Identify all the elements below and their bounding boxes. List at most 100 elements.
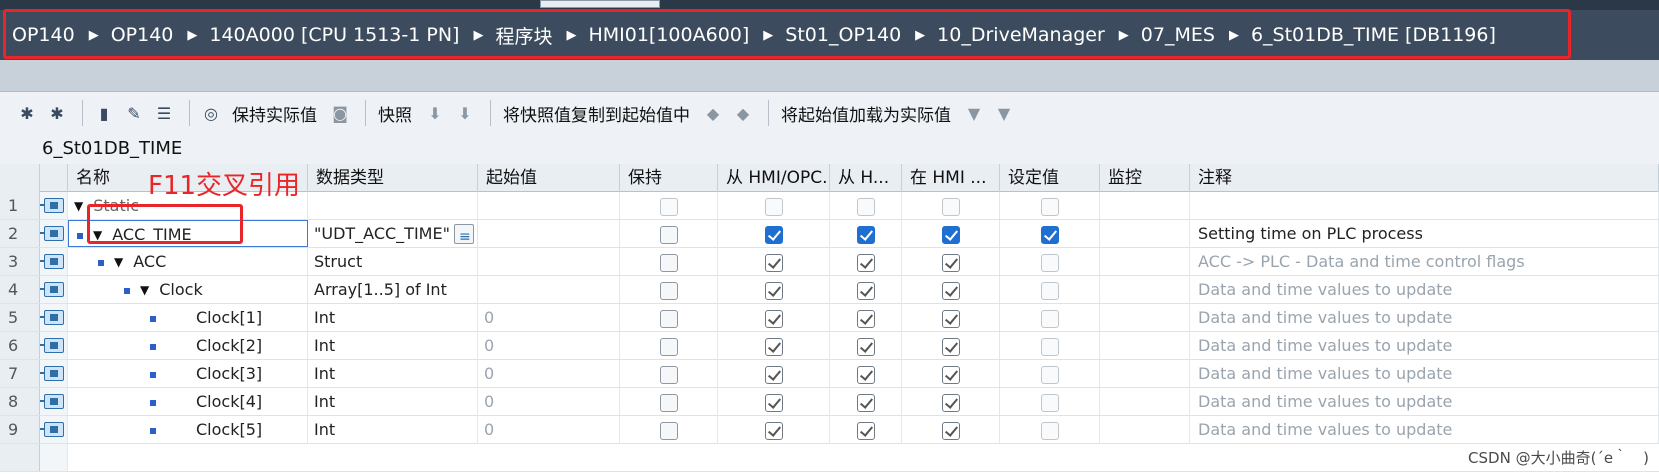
- retain-checkbox[interactable]: [659, 281, 678, 300]
- load-actual-icon[interactable]: ▼: [961, 100, 987, 126]
- column-header-start-value[interactable]: 起始值: [478, 164, 620, 192]
- comment-cell[interactable]: [1190, 192, 1659, 219]
- name-cell[interactable]: Clock[5]: [68, 416, 308, 443]
- hmi-visible-checkbox[interactable]: [941, 253, 960, 272]
- start-value-cell[interactable]: 0: [478, 360, 620, 387]
- expand-triangle-icon[interactable]: ▼: [114, 249, 123, 275]
- setpoint-checkbox[interactable]: [1040, 309, 1059, 328]
- hmi-visible-checkbox[interactable]: [941, 365, 960, 384]
- hmi-visible-checkbox[interactable]: [941, 281, 960, 300]
- setpoint-checkbox[interactable]: [1040, 365, 1059, 384]
- column-header-retain[interactable]: 保持: [620, 164, 718, 192]
- comment-cell[interactable]: Data and time values to update: [1190, 276, 1659, 303]
- database-icon[interactable]: ◙: [327, 100, 353, 126]
- breadcrumb-item[interactable]: HMI01[100A600]: [588, 24, 749, 46]
- load-actual-all-icon[interactable]: ▼: [991, 100, 1017, 126]
- datatype-cell[interactable]: Int: [308, 360, 478, 387]
- breadcrumb-item[interactable]: 07_MES: [1141, 24, 1215, 46]
- breadcrumb-item-current[interactable]: 6_St01DB_TIME [DB1196]: [1251, 24, 1496, 46]
- hmi-writable-checkbox[interactable]: [856, 393, 875, 412]
- setpoint-checkbox[interactable]: [1040, 197, 1059, 216]
- retain-checkbox[interactable]: [659, 309, 678, 328]
- hmi-writable-checkbox[interactable]: [856, 365, 875, 384]
- breadcrumb-item[interactable]: 140A000 [CPU 1513-1 PN]: [209, 24, 459, 46]
- name-cell[interactable]: Clock[2]: [68, 332, 308, 359]
- setpoint-checkbox[interactable]: [1040, 225, 1059, 244]
- name-cell[interactable]: ▼ ACC_TIME: [68, 220, 308, 247]
- hmi-visible-checkbox[interactable]: [941, 309, 960, 328]
- datatype-cell[interactable]: Int: [308, 304, 478, 331]
- snapshot-icon[interactable]: ⬇: [422, 100, 448, 126]
- hmi-accessible-checkbox[interactable]: [764, 197, 783, 216]
- breadcrumb-item[interactable]: OP140: [12, 24, 75, 46]
- setpoint-checkbox[interactable]: [1040, 281, 1059, 300]
- comment-cell[interactable]: Data and time values to update: [1190, 332, 1659, 359]
- hmi-visible-checkbox[interactable]: [941, 393, 960, 412]
- column-header-visible-hmi[interactable]: 在 HMI ...: [902, 164, 1000, 192]
- start-value-cell[interactable]: [478, 192, 620, 219]
- hmi-writable-checkbox[interactable]: [856, 281, 875, 300]
- expand-triangle-icon[interactable]: ▼: [140, 277, 149, 303]
- hmi-accessible-checkbox[interactable]: [764, 365, 783, 384]
- column-header-accessible-hmi[interactable]: 从 HMI/OPC...: [718, 164, 830, 192]
- retain-checkbox[interactable]: [659, 365, 678, 384]
- expand-triangle-icon[interactable]: ▼: [74, 193, 83, 219]
- add-row-icon[interactable]: ✱: [44, 100, 70, 126]
- search-box-edge[interactable]: [540, 0, 660, 8]
- retain-checkbox[interactable]: [659, 197, 678, 216]
- snapshot-button[interactable]: 快照: [378, 101, 412, 126]
- comment-cell[interactable]: Setting time on PLC process: [1190, 220, 1659, 247]
- name-cell[interactable]: Clock[1]: [68, 304, 308, 331]
- hmi-visible-checkbox[interactable]: [941, 197, 960, 216]
- table-row[interactable]: 8 Clock[4] Int 0 Data and time values to…: [0, 388, 1659, 416]
- browse-type-icon[interactable]: [454, 224, 474, 247]
- retain-checkbox[interactable]: [659, 421, 678, 440]
- expand-triangle-icon[interactable]: ▼: [93, 222, 102, 246]
- start-value-cell[interactable]: [478, 220, 620, 247]
- name-cell[interactable]: ▼ Clock: [68, 276, 308, 303]
- start-value-cell[interactable]: [478, 276, 620, 303]
- hmi-accessible-checkbox[interactable]: [764, 337, 783, 356]
- table-row[interactable]: 3 ▼ ACC Struct ACC -> PLC - Data and time…: [0, 248, 1659, 276]
- keep-actual-button[interactable]: 保持实际值: [232, 101, 317, 126]
- datatype-cell[interactable]: "UDT_ACC_TIME": [308, 220, 478, 247]
- hmi-visible-checkbox[interactable]: [941, 337, 960, 356]
- start-value-cell[interactable]: [478, 248, 620, 275]
- hmi-writable-checkbox[interactable]: [856, 225, 875, 244]
- copy-snapshot-button[interactable]: 将快照值复制到起始值中: [503, 101, 690, 126]
- hmi-visible-checkbox[interactable]: [941, 225, 960, 244]
- hmi-accessible-checkbox[interactable]: [764, 253, 783, 272]
- comment-cell[interactable]: Data and time values to update: [1190, 360, 1659, 387]
- table-row[interactable]: 5 Clock[1] Int 0 Data and time values to…: [0, 304, 1659, 332]
- hmi-writable-checkbox[interactable]: [856, 337, 875, 356]
- retain-checkbox[interactable]: [659, 253, 678, 272]
- hmi-accessible-checkbox[interactable]: [764, 225, 783, 244]
- column-header-writable-hmi[interactable]: 从 H...: [830, 164, 902, 192]
- name-cell[interactable]: Clock[3]: [68, 360, 308, 387]
- hmi-accessible-checkbox[interactable]: [764, 393, 783, 412]
- edit-icon[interactable]: ✎: [121, 100, 147, 126]
- copy-to-start-all-icon[interactable]: ◆: [730, 100, 756, 126]
- table-row[interactable]: 4 ▼ Clock Array[1..5] of Int Data and tim…: [0, 276, 1659, 304]
- retain-checkbox[interactable]: [659, 225, 678, 244]
- retain-checkbox[interactable]: [659, 337, 678, 356]
- comment-cell[interactable]: ACC -> PLC - Data and time control flags: [1190, 248, 1659, 275]
- name-cell[interactable]: ▼ ACC: [68, 248, 308, 275]
- datatype-cell[interactable]: Int: [308, 416, 478, 443]
- setpoint-checkbox[interactable]: [1040, 421, 1059, 440]
- datatype-cell[interactable]: Array[1..5] of Int: [308, 276, 478, 303]
- setpoint-checkbox[interactable]: [1040, 337, 1059, 356]
- breadcrumb-item[interactable]: OP140: [111, 24, 174, 46]
- name-cell[interactable]: Clock[4]: [68, 388, 308, 415]
- hmi-accessible-checkbox[interactable]: [764, 309, 783, 328]
- hmi-accessible-checkbox[interactable]: [764, 421, 783, 440]
- table-row[interactable]: 9 Clock[5] Int 0 Data and time values to…: [0, 416, 1659, 444]
- load-start-button[interactable]: 将起始值加载为实际值: [781, 101, 951, 126]
- datatype-cell[interactable]: Int: [308, 332, 478, 359]
- setpoint-checkbox[interactable]: [1040, 393, 1059, 412]
- hmi-writable-checkbox[interactable]: [856, 197, 875, 216]
- start-value-cell[interactable]: 0: [478, 304, 620, 331]
- hmi-accessible-checkbox[interactable]: [764, 281, 783, 300]
- copy-to-start-icon[interactable]: ◆: [700, 100, 726, 126]
- breadcrumb-item[interactable]: St01_OP140: [785, 24, 901, 46]
